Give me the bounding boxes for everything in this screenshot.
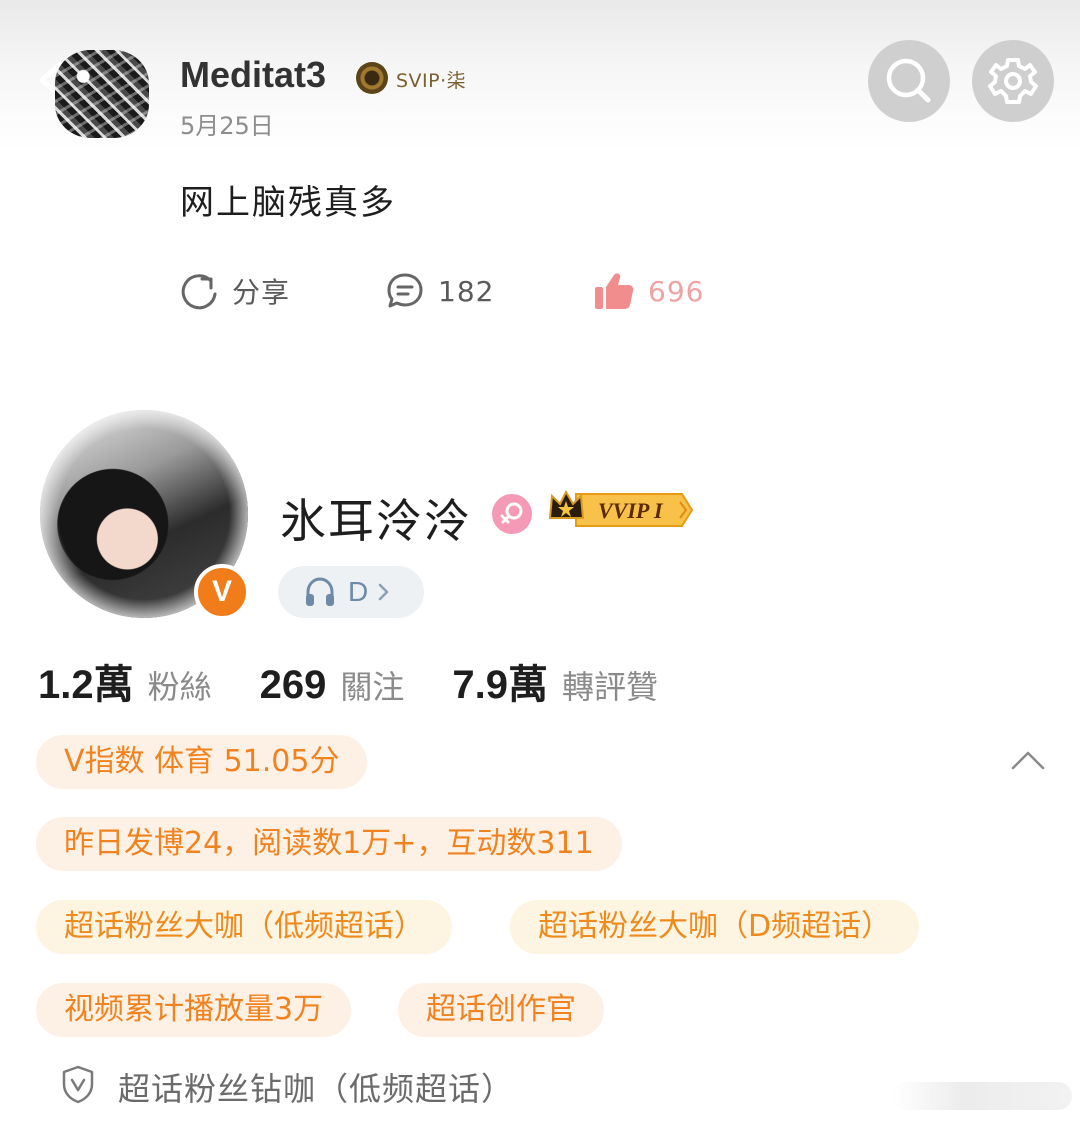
comment-count: 182 (438, 274, 495, 308)
shield-icon (62, 1065, 94, 1104)
interactions-label: 轉評贊 (562, 668, 659, 706)
vvip-badge[interactable]: VVIP I (546, 488, 694, 532)
followers-count[interactable]: 1.2萬 (38, 652, 134, 710)
chevron-up-icon[interactable] (1010, 748, 1046, 772)
v-index-tag[interactable]: V指数 体育 51.05分 (36, 735, 368, 789)
share-icon (181, 274, 217, 310)
creator-tag[interactable]: 超话创作官 (398, 983, 604, 1037)
profile-stats: 1.2萬 粉絲 269 關注 7.9萬 轉評贊 (38, 652, 658, 710)
post-author-name[interactable]: Meditat3 (180, 54, 326, 96)
following-count[interactable]: 269 (260, 663, 327, 708)
svip-coin-icon (356, 62, 388, 94)
video-views-tag[interactable]: 视频累计播放量3万 (36, 983, 352, 1037)
post-author-avatar[interactable] (55, 50, 149, 138)
comment-button[interactable]: 182 (384, 268, 494, 314)
interactions-count: 7.9萬 (452, 663, 548, 707)
female-gender-icon (492, 494, 532, 534)
fan-badge-tag-2[interactable]: 超话粉丝大咖（D频超话） (510, 900, 920, 954)
chevron-right-icon (378, 583, 389, 601)
share-label: 分享 (232, 276, 291, 309)
super-topic-badge[interactable]: 超话粉丝钻咖（低频超话） (118, 1064, 514, 1110)
share-button[interactable]: 分享 (178, 268, 290, 314)
thumbs-up-icon (595, 273, 634, 309)
comment-icon (387, 273, 423, 308)
watermark (892, 1082, 1072, 1110)
search-icon (886, 58, 931, 103)
following-label[interactable]: 關注 (340, 662, 404, 708)
verified-v-icon: V (194, 564, 250, 620)
fan-badge-tag-1[interactable]: 超话粉丝大咖（低频超话） (36, 900, 452, 954)
d-level-label: D (348, 576, 369, 607)
settings-button[interactable] (972, 40, 1054, 122)
post-content: 网上脑残真多 (180, 183, 396, 223)
vvip-label: VVIP I (598, 498, 664, 523)
svip-badge[interactable]: SVIP·柒 (396, 66, 466, 93)
search-button[interactable] (868, 40, 950, 122)
gear-icon (988, 58, 1038, 104)
yesterday-stats-tag[interactable]: 昨日发博24，阅读数1万+，互动数311 (36, 817, 622, 871)
post-date: 5月25日 (180, 112, 274, 140)
like-count: 696 (648, 274, 705, 308)
headphones-icon (306, 577, 334, 606)
followers-label[interactable]: 粉絲 (148, 662, 212, 708)
d-level-pill[interactable]: D (278, 566, 424, 618)
like-button[interactable]: 696 (592, 268, 704, 314)
profile-name: 氷耳泠泠 (280, 494, 472, 548)
